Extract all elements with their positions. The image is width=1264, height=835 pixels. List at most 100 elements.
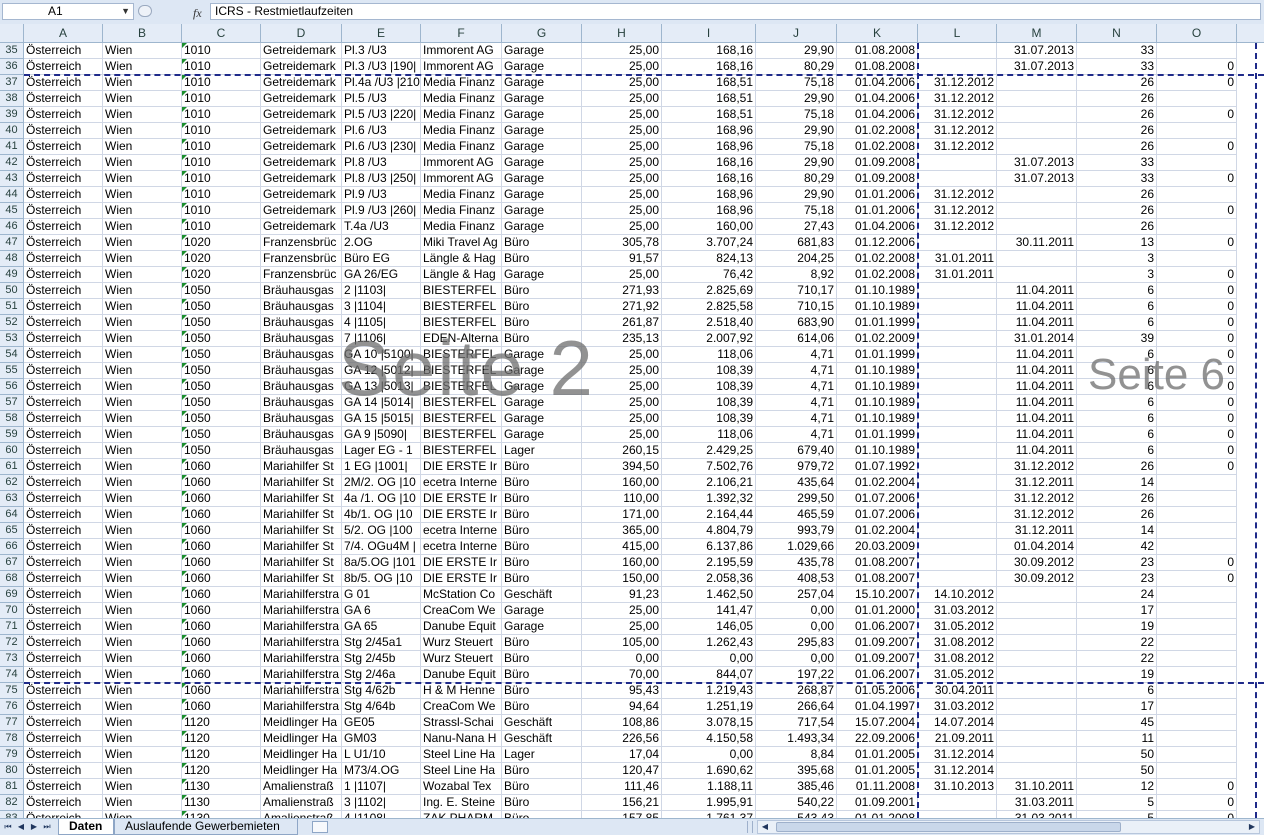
cell-k[interactable]: 01.02.2009 <box>837 331 918 347</box>
cell-n[interactable]: 33 <box>1077 43 1157 59</box>
row-header[interactable]: 71 <box>0 619 24 635</box>
cell-a[interactable]: Österreich <box>24 219 103 235</box>
cell-o[interactable]: 0 <box>1157 571 1237 587</box>
cell-c[interactable]: 1060 <box>182 555 261 571</box>
cell-f[interactable]: ecetra Interne <box>421 475 502 491</box>
cell-m[interactable] <box>997 747 1077 763</box>
cell-m[interactable] <box>997 123 1077 139</box>
cell-e[interactable]: Pl.8 /U3 <box>342 155 421 171</box>
cell-k[interactable]: 01.01.2008 <box>837 811 918 818</box>
cell-o[interactable] <box>1157 155 1237 171</box>
cell-m[interactable]: 31.10.2011 <box>997 779 1077 795</box>
cell-c[interactable]: 1060 <box>182 523 261 539</box>
chevron-down-icon[interactable]: ▼ <box>121 4 130 19</box>
cell-d[interactable]: Mariahilferstra <box>261 635 342 651</box>
cell-b[interactable]: Wien <box>103 603 182 619</box>
error-indicator-icon[interactable] <box>182 363 187 368</box>
cell-n[interactable]: 19 <box>1077 619 1157 635</box>
cell-h[interactable]: 25,00 <box>582 379 662 395</box>
row-header[interactable]: 65 <box>0 523 24 539</box>
cell-i[interactable]: 168,16 <box>662 171 756 187</box>
error-indicator-icon[interactable] <box>182 235 187 240</box>
cell-a[interactable]: Österreich <box>24 795 103 811</box>
cell-c[interactable]: 1060 <box>182 539 261 555</box>
cell-l[interactable] <box>918 539 997 555</box>
select-all-corner[interactable] <box>0 24 24 42</box>
error-indicator-icon[interactable] <box>182 315 187 320</box>
cell-i[interactable]: 3.707,24 <box>662 235 756 251</box>
cell-a[interactable]: Österreich <box>24 251 103 267</box>
cell-h[interactable]: 160,00 <box>582 475 662 491</box>
cell-l[interactable] <box>918 363 997 379</box>
cell-a[interactable]: Österreich <box>24 59 103 75</box>
column-header-a[interactable]: A <box>24 24 103 42</box>
cell-a[interactable]: Österreich <box>24 683 103 699</box>
cell-c[interactable]: 1060 <box>182 507 261 523</box>
cell-n[interactable]: 3 <box>1077 267 1157 283</box>
cell-j[interactable]: 75,18 <box>756 139 837 155</box>
cell-f[interactable]: BIESTERFEL <box>421 427 502 443</box>
cell-g[interactable]: Büro <box>502 699 582 715</box>
cell-d[interactable]: Mariahilfer St <box>261 507 342 523</box>
cell-k[interactable]: 01.10.1989 <box>837 363 918 379</box>
cell-k[interactable]: 01.02.2004 <box>837 475 918 491</box>
cell-f[interactable]: Danube Equit <box>421 619 502 635</box>
row-header[interactable]: 73 <box>0 651 24 667</box>
tab-daten[interactable]: Daten <box>58 819 114 835</box>
tab-splitter[interactable] <box>747 821 753 833</box>
error-indicator-icon[interactable] <box>182 123 187 128</box>
cell-o[interactable] <box>1157 651 1237 667</box>
cell-e[interactable]: L U1/10 <box>342 747 421 763</box>
cell-j[interactable]: 257,04 <box>756 587 837 603</box>
cell-c[interactable]: 1050 <box>182 411 261 427</box>
cell-j[interactable]: 8,84 <box>756 747 837 763</box>
cell-b[interactable]: Wien <box>103 43 182 59</box>
cell-e[interactable]: 1 EG |1001| <box>342 459 421 475</box>
cell-g[interactable]: Büro <box>502 459 582 475</box>
cell-l[interactable]: 31.12.2012 <box>918 91 997 107</box>
error-indicator-icon[interactable] <box>182 155 187 160</box>
error-indicator-icon[interactable] <box>182 187 187 192</box>
cell-o[interactable] <box>1157 747 1237 763</box>
cell-e[interactable]: 4a /1. OG |10 <box>342 491 421 507</box>
error-indicator-icon[interactable] <box>182 299 187 304</box>
cell-g[interactable]: Garage <box>502 411 582 427</box>
cell-g[interactable]: Büro <box>502 683 582 699</box>
cell-h[interactable]: 25,00 <box>582 59 662 75</box>
cell-i[interactable]: 1.219,43 <box>662 683 756 699</box>
cell-b[interactable]: Wien <box>103 811 182 818</box>
cell-k[interactable]: 01.01.1999 <box>837 347 918 363</box>
column-header-b[interactable]: B <box>103 24 182 42</box>
cell-m[interactable]: 31.03.2011 <box>997 795 1077 811</box>
cell-h[interactable]: 25,00 <box>582 395 662 411</box>
cell-d[interactable]: Getreidemark <box>261 107 342 123</box>
row-header[interactable]: 68 <box>0 571 24 587</box>
cell-b[interactable]: Wien <box>103 683 182 699</box>
error-indicator-icon[interactable] <box>182 587 187 592</box>
cell-m[interactable]: 31.12.2012 <box>997 491 1077 507</box>
cell-m[interactable]: 11.04.2011 <box>997 395 1077 411</box>
row-header[interactable]: 60 <box>0 443 24 459</box>
cell-d[interactable]: Bräuhausgas <box>261 299 342 315</box>
row-header[interactable]: 57 <box>0 395 24 411</box>
cell-d[interactable]: Getreidemark <box>261 187 342 203</box>
cell-c[interactable]: 1060 <box>182 699 261 715</box>
cell-c[interactable]: 1130 <box>182 779 261 795</box>
cell-a[interactable]: Österreich <box>24 187 103 203</box>
cell-a[interactable]: Österreich <box>24 587 103 603</box>
cell-h[interactable]: 25,00 <box>582 411 662 427</box>
cell-b[interactable]: Wien <box>103 139 182 155</box>
cell-j[interactable]: 979,72 <box>756 459 837 475</box>
cell-e[interactable]: Pl.3 /U3 |190| <box>342 59 421 75</box>
cell-e[interactable]: GA 9 |5090| <box>342 427 421 443</box>
cell-f[interactable]: Immorent AG <box>421 43 502 59</box>
cell-b[interactable]: Wien <box>103 347 182 363</box>
cell-g[interactable]: Büro <box>502 475 582 491</box>
cell-j[interactable]: 299,50 <box>756 491 837 507</box>
cell-j[interactable]: 75,18 <box>756 75 837 91</box>
cell-e[interactable]: GA 6 <box>342 603 421 619</box>
row-header[interactable]: 42 <box>0 155 24 171</box>
cell-j[interactable]: 75,18 <box>756 107 837 123</box>
cell-g[interactable]: Garage <box>502 107 582 123</box>
cell-c[interactable]: 1120 <box>182 763 261 779</box>
